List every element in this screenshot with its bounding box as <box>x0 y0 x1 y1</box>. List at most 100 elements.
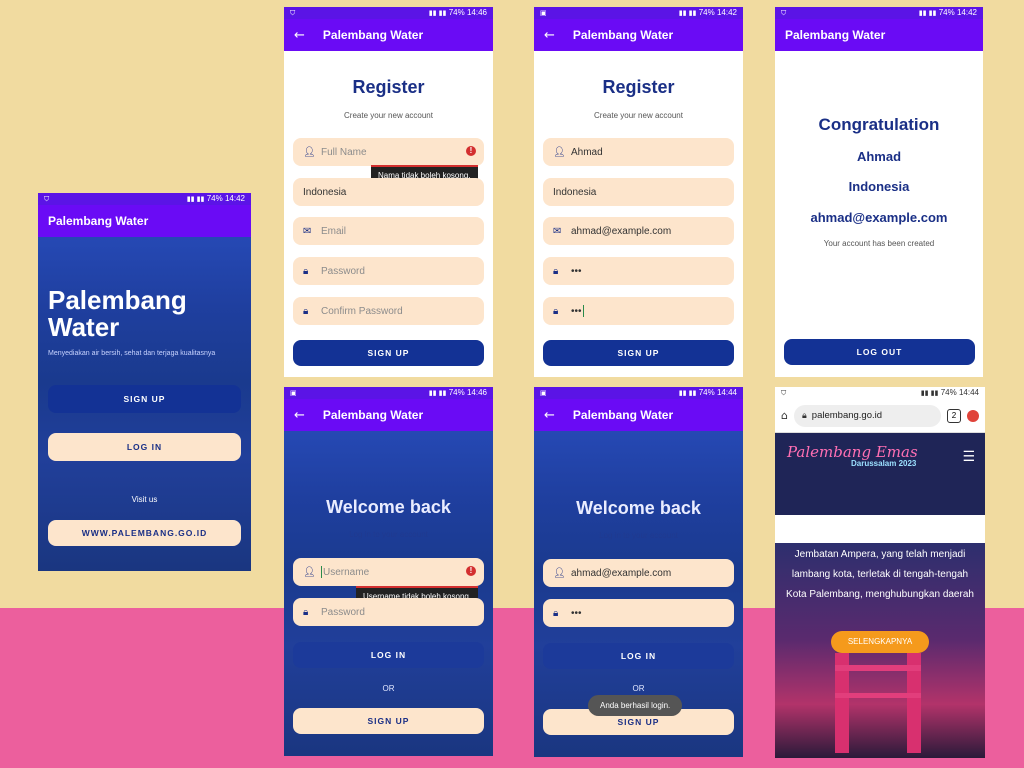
status-bar: ⛉ ▮▮ ▮▮ 74% 14:44 <box>775 387 985 399</box>
person-icon: 👤︎ <box>553 146 566 158</box>
login-success-toast: Anda berhasil login. <box>588 695 683 716</box>
site-logo-sub: Darussalam 2023 <box>851 459 917 468</box>
username-input[interactable]: 👤︎ ahmad@example.com <box>543 559 734 587</box>
signal-icon: ▮▮ ▮▮ <box>678 389 697 397</box>
tab-count-button[interactable]: 2 <box>947 408 961 423</box>
fullname-input[interactable]: 👤︎ Full Name ! <box>293 138 484 166</box>
status-bar: ⛉ ▮▮ ▮▮ 74% 14:42 <box>38 193 251 205</box>
status-bar: ⛉ ▮▮ ▮▮ 74% 14:46 <box>284 7 493 19</box>
app-bar: ← Palembang Water <box>284 399 493 431</box>
lock-icon: 🔒︎ <box>553 265 559 277</box>
signup-button[interactable]: SIGN UP <box>293 708 484 734</box>
splash-signup-button[interactable]: SIGN UP <box>48 385 241 413</box>
lock-icon: 🔒︎ <box>303 265 309 277</box>
lock-icon: 🔒︎ <box>801 410 807 421</box>
splash-screen: ⛉ ▮▮ ▮▮ 74% 14:42 Palembang Water Palemb… <box>38 193 251 571</box>
splash-login-button[interactable]: LOG IN <box>48 433 241 461</box>
congrats-title: Congratulation <box>818 115 940 134</box>
password-input[interactable]: 🔒︎ Password <box>293 257 484 285</box>
login-subtitle: Log in to your account <box>599 531 678 540</box>
person-icon: 👤︎ <box>303 566 316 578</box>
back-arrow-icon[interactable]: ← <box>544 408 555 423</box>
register-title: Register <box>602 77 675 97</box>
app-bar: ← Palembang Water <box>534 399 743 431</box>
password-input[interactable]: 🔒︎ ••• <box>543 599 734 627</box>
signal-icon: ▮▮ ▮▮ <box>920 389 939 397</box>
bridge-illustration <box>823 653 933 753</box>
image-icon: ▣ <box>540 9 547 17</box>
confirm-password-input[interactable]: 🔒︎ Confirm Password <box>293 297 484 325</box>
password-input[interactable]: 🔒︎ Password <box>293 598 484 626</box>
login-success-screen: ▣ ▮▮ ▮▮ 74% 14:44 ← Palembang Water Welc… <box>534 387 743 757</box>
back-arrow-icon[interactable]: ← <box>294 408 305 423</box>
app-bar: Palembang Water <box>775 19 983 51</box>
mail-icon: ✉ <box>553 225 562 237</box>
image-icon: ▣ <box>290 389 297 397</box>
app-bar: Palembang Water <box>38 205 251 237</box>
congrats-country: Indonesia <box>848 179 910 194</box>
error-icon: ! <box>466 146 476 156</box>
extension-icon[interactable] <box>967 409 979 422</box>
signup-button[interactable]: SIGN UP <box>293 340 484 366</box>
signup-button[interactable]: SIGN UP <box>543 340 734 366</box>
login-title: Welcome back <box>326 497 451 517</box>
congrats-name: Ahmad <box>856 149 902 164</box>
congrats-email: ahmad@example.com <box>810 210 948 225</box>
shield-icon: ⛉ <box>781 389 787 397</box>
app-title: Palembang Water <box>322 28 424 42</box>
back-arrow-icon[interactable]: ← <box>544 28 555 43</box>
login-screen: ▣ ▮▮ ▮▮ 74% 14:46 ← Palembang Water Welc… <box>284 387 493 756</box>
site-header: Palembang Emas Darussalam 2023 ☰ <box>775 433 985 515</box>
app-bar: ← Palembang Water <box>284 19 493 51</box>
fullname-input[interactable]: 👤︎ Ahmad <box>543 138 734 166</box>
visit-us-label: Visit us <box>131 495 158 504</box>
app-title: Palembang Water <box>322 408 424 422</box>
lock-icon: 🔒︎ <box>303 606 309 618</box>
read-more-button[interactable]: SELENGKAPNYA <box>831 631 929 653</box>
register-subtitle: Create your new account <box>594 111 683 120</box>
hero-text: Jembatan Ampera, yang telah menjadi lamb… <box>786 549 974 600</box>
app-title: Palembang Water <box>572 28 674 42</box>
register-title: Register <box>352 77 425 97</box>
password-input[interactable]: 🔒︎ ••• <box>543 257 734 285</box>
lock-icon: 🔒︎ <box>303 305 309 317</box>
country-input[interactable]: Indonesia <box>293 178 484 206</box>
login-button[interactable]: LOG IN <box>543 643 734 669</box>
hamburger-menu-icon[interactable]: ☰ <box>962 449 975 465</box>
register-screen: ⛉ ▮▮ ▮▮ 74% 14:46 ← Palembang Water Regi… <box>284 7 493 377</box>
lock-icon: 🔒︎ <box>553 305 559 317</box>
address-bar[interactable]: 🔒︎ palembang.go.id <box>793 404 941 427</box>
home-icon[interactable]: ⌂ <box>781 409 788 422</box>
back-arrow-icon[interactable]: ← <box>294 28 305 43</box>
country-input[interactable]: Indonesia <box>543 178 734 206</box>
mail-icon: ✉ <box>303 225 312 237</box>
splash-tagline: Menyediakan air bersih, sehat dan terjag… <box>48 350 216 357</box>
text-cursor <box>321 566 322 578</box>
signal-icon: ▮▮ ▮▮ <box>918 9 937 17</box>
app-bar: ← Palembang Water <box>534 19 743 51</box>
signal-icon: ▮▮ ▮▮ <box>186 195 205 203</box>
splash-title: Palembang Water <box>48 285 187 342</box>
status-bar: ▣ ▮▮ ▮▮ 74% 14:46 <box>284 387 493 399</box>
signal-icon: ▮▮ ▮▮ <box>428 389 447 397</box>
notification-icon: ⛉ <box>290 9 296 17</box>
person-icon: 👤︎ <box>553 567 566 579</box>
email-input[interactable]: ✉ ahmad@example.com <box>543 217 734 245</box>
signal-icon: ▮▮ ▮▮ <box>428 9 447 17</box>
shield-icon: ⛉ <box>781 9 787 17</box>
register-subtitle: Create your new account <box>344 111 433 120</box>
confirm-password-input[interactable]: 🔒︎ ••• <box>543 297 734 325</box>
login-button[interactable]: LOG IN <box>293 642 484 668</box>
email-input[interactable]: ✉ Email <box>293 217 484 245</box>
app-title: Palembang Water <box>48 214 149 228</box>
login-subtitle: Log in to your account <box>349 530 428 539</box>
register-filled-screen: ▣ ▮▮ ▮▮ 74% 14:42 ← Palembang Water Regi… <box>534 7 743 377</box>
app-title: Palembang Water <box>572 408 674 422</box>
status-bar: ▣ ▮▮ ▮▮ 74% 14:42 <box>534 7 743 19</box>
username-input[interactable]: 👤︎ Username ! <box>293 558 484 586</box>
website-button[interactable]: WWW.PALEMBANG.GO.ID <box>48 520 241 546</box>
congrats-message: Your account has been created <box>823 239 935 248</box>
logout-button[interactable]: LOG OUT <box>784 339 975 365</box>
status-bar: ⛉ ▮▮ ▮▮ 74% 14:42 <box>775 7 983 19</box>
person-icon: 👤︎ <box>303 146 316 158</box>
